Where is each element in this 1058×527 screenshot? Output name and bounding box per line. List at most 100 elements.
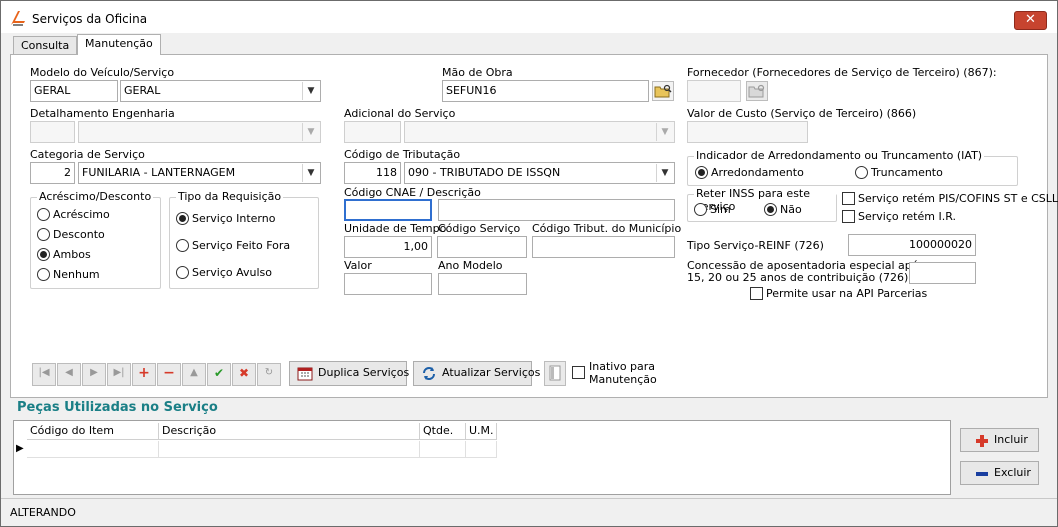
api-parcerias-checkbox[interactable]: Permite usar na API Parcerias	[750, 286, 927, 301]
excluir-label: Excluir	[994, 466, 1031, 479]
iat-group-title: Indicador de Arredondamento ou Truncamen…	[694, 149, 985, 162]
modelo-code-input[interactable]: GERAL	[30, 80, 118, 102]
duplica-servicos-label: Duplica Serviços	[318, 366, 410, 379]
refresh-button[interactable]: ↻	[257, 363, 281, 386]
delete-record-button[interactable]: −	[157, 363, 181, 386]
tributacao-label: Código de Tributação	[344, 148, 461, 161]
grid-header-qtde[interactable]: Qtde.	[420, 423, 466, 440]
next-record-button[interactable]: ▶	[82, 363, 106, 386]
app-logo-icon	[11, 11, 25, 26]
codigo-tribut-municipio-input[interactable]	[532, 236, 675, 258]
radio-truncamento[interactable]: Truncamento	[855, 165, 943, 180]
column-icon	[549, 365, 561, 381]
chevron-down-icon: ▼	[302, 123, 319, 141]
adicional-code-input[interactable]	[344, 121, 401, 143]
radio-ambos[interactable]: Ambos	[37, 247, 91, 262]
tributacao-code-input[interactable]: 118	[344, 162, 401, 184]
radio-acrescimo[interactable]: Acréscimo	[37, 207, 110, 222]
pis-cofins-checkbox[interactable]: Serviço retém PIS/COFINS ST e CSLL	[842, 191, 1058, 206]
column-toggle-button[interactable]	[544, 361, 566, 386]
prev-record-button[interactable]: ◀	[57, 363, 81, 386]
folder-search-icon	[748, 84, 765, 98]
modelo-label: Modelo do Veículo/Serviço	[30, 66, 175, 79]
tributacao-select[interactable]: 090 - TRIBUTADO DE ISSQN ▼	[404, 162, 675, 184]
detalhamento-select[interactable]: ▼	[78, 121, 321, 143]
categoria-select-value: FUNILARIA - LANTERNAGEM	[82, 166, 236, 179]
add-record-button[interactable]: +	[132, 363, 156, 386]
radio-nenhum[interactable]: Nenhum	[37, 267, 100, 282]
grid-cell[interactable]	[420, 441, 466, 458]
grid-cell[interactable]	[466, 441, 497, 458]
mao-obra-label: Mão de Obra	[442, 66, 513, 79]
radio-inss-nao[interactable]: Não	[764, 202, 802, 217]
unidade-tempo-input[interactable]: 1,00	[344, 236, 432, 258]
checkbox-box	[842, 191, 855, 205]
radio-label: Sim	[710, 203, 731, 216]
grid-header-codigo[interactable]: Código do Item	[27, 423, 159, 440]
detalhamento-code-input[interactable]	[30, 121, 75, 143]
inativo-manutencao-checkbox[interactable]	[572, 365, 588, 380]
incluir-button[interactable]: Incluir	[960, 428, 1039, 452]
mao-obra-lookup-button[interactable]	[652, 81, 674, 101]
radio-servico-interno[interactable]: Serviço Interno	[176, 211, 276, 226]
radio-arredondamento[interactable]: Arredondamento	[695, 165, 804, 180]
cancel-button[interactable]: ✖	[232, 363, 256, 386]
radio-label: Não	[780, 203, 802, 216]
retem-ir-checkbox[interactable]: Serviço retém I.R.	[842, 209, 956, 224]
acrescimo-group-title: Acréscimo/Desconto	[37, 190, 154, 203]
mao-obra-input[interactable]: SEFUN16	[442, 80, 649, 102]
radio-servico-avulso[interactable]: Serviço Avulso	[176, 265, 272, 280]
tipo-reinf-input[interactable]: 100000020	[848, 234, 976, 256]
valor-input[interactable]	[344, 273, 432, 295]
close-button[interactable]: ✕	[1014, 11, 1047, 30]
aposentadoria-label-line2: 15, 20 ou 25 anos de contribuição (726):	[687, 271, 913, 284]
grid-cell[interactable]	[159, 441, 420, 458]
duplica-servicos-button[interactable]: Duplica Serviços	[289, 361, 410, 386]
fornecedor-input[interactable]	[687, 80, 741, 102]
categoria-select[interactable]: FUNILARIA - LANTERNAGEM ▼	[78, 162, 321, 184]
status-bar: ALTERANDO	[1, 498, 1057, 526]
radio-dot-selected	[764, 202, 777, 216]
codigo-servico-input[interactable]	[437, 236, 527, 258]
categoria-code-input[interactable]: 2	[30, 162, 75, 184]
grid-cell[interactable]	[27, 441, 159, 458]
inativo-label-line2: Manutenção	[589, 373, 657, 386]
radio-desconto[interactable]: Desconto	[37, 227, 105, 242]
tab-manutencao[interactable]: Manutenção	[77, 34, 161, 55]
adicional-label: Adicional do Serviço	[344, 107, 456, 120]
modelo-select[interactable]: GERAL ▼	[120, 80, 321, 102]
radio-servico-feito-fora[interactable]: Serviço Feito Fora	[176, 238, 290, 253]
inativo-label-line1: Inativo para	[589, 360, 656, 373]
radio-dot	[176, 238, 189, 252]
cnae-desc-input[interactable]	[438, 199, 675, 221]
grid-header-um[interactable]: U.M.	[466, 423, 497, 440]
excluir-button[interactable]: Excluir	[960, 461, 1039, 485]
valor-label: Valor	[344, 259, 372, 272]
tributacao-select-value: 090 - TRIBUTADO DE ISSQN	[408, 166, 561, 179]
valor-custo-input[interactable]	[687, 121, 808, 143]
aposentadoria-input[interactable]	[909, 262, 976, 284]
radio-label: Nenhum	[53, 268, 100, 281]
row-indicator-icon: ▶	[16, 443, 24, 454]
ano-modelo-input[interactable]	[438, 273, 527, 295]
radio-inss-sim[interactable]: Sim	[694, 202, 731, 217]
radio-dot-selected	[37, 247, 50, 261]
grid-header-descricao[interactable]: Descrição	[159, 423, 420, 440]
status-text: ALTERANDO	[10, 506, 76, 519]
first-record-button[interactable]: |◀	[32, 363, 56, 386]
radio-dot	[37, 267, 50, 281]
atualizar-servicos-button[interactable]: Atualizar Serviços	[413, 361, 540, 386]
chevron-down-icon: ▼	[656, 123, 673, 141]
cnae-code-input[interactable]	[344, 199, 432, 221]
edit-record-button[interactable]: ▲	[182, 363, 206, 386]
radio-label: Serviço Avulso	[192, 266, 272, 279]
radio-label: Serviço Interno	[192, 212, 276, 225]
last-record-button[interactable]: ▶|	[107, 363, 131, 386]
pecas-grid[interactable]: Código do Item Descrição Qtde. U.M. ▶	[13, 420, 951, 495]
adicional-select[interactable]: ▼	[404, 121, 675, 143]
fornecedor-lookup-button[interactable]	[746, 81, 768, 101]
confirm-button[interactable]: ✔	[207, 363, 231, 386]
tab-consulta[interactable]: Consulta	[13, 36, 78, 55]
radio-dot	[176, 265, 189, 279]
checkbox-label: Serviço retém I.R.	[858, 210, 956, 223]
